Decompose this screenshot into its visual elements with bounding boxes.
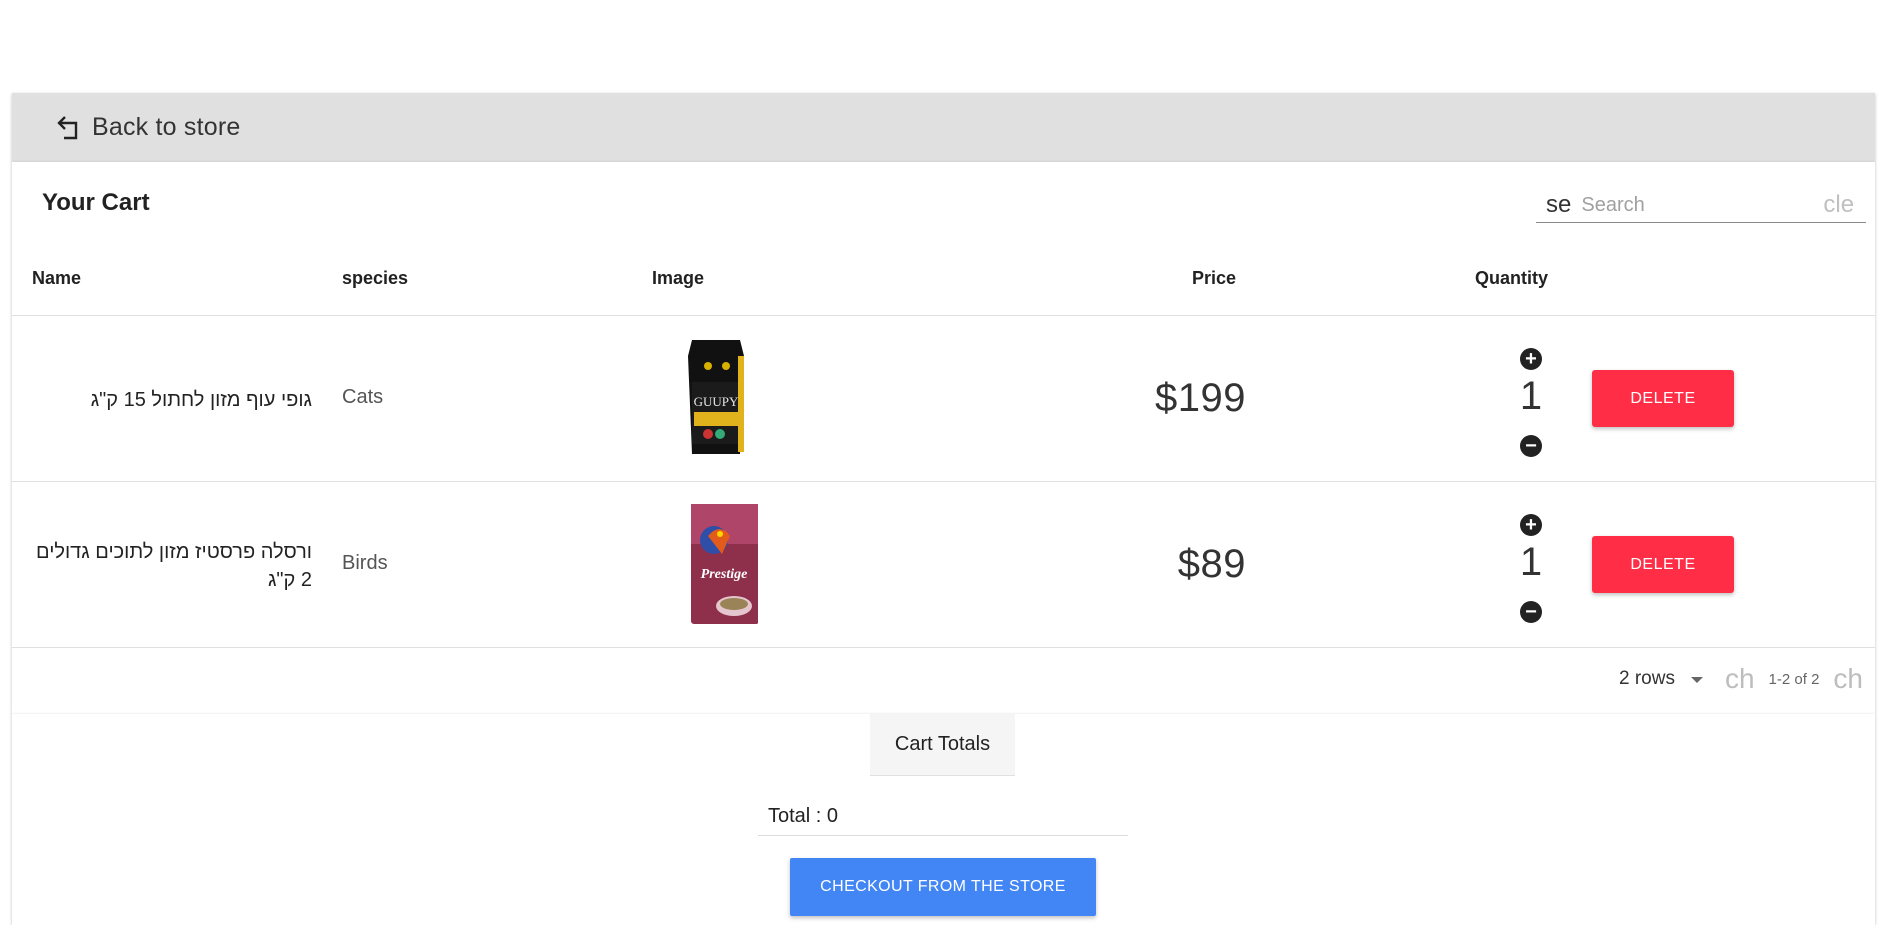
chevron-down-icon — [1690, 677, 1703, 683]
decrease-quantity-button[interactable]: − — [1520, 601, 1542, 623]
previous-page-icon[interactable]: ch — [1725, 663, 1755, 695]
clear-search-icon[interactable]: cle — [1823, 191, 1854, 219]
column-header-price[interactable]: Price — [1192, 268, 1236, 289]
column-header-name[interactable]: Name — [32, 268, 81, 289]
cart-total: Total : 0 — [768, 805, 839, 827]
back-to-store-link[interactable]: Back to store — [54, 113, 241, 143]
search-box: se cle — [1536, 188, 1866, 223]
column-header-species[interactable]: species — [342, 268, 408, 289]
quantity-value: 1 — [1519, 374, 1543, 418]
column-header-image[interactable]: Image — [652, 268, 704, 289]
page-range: 1-2 of 2 — [1768, 670, 1820, 688]
return-arrow-icon — [54, 113, 84, 143]
checkout-button[interactable]: CHECKOUT FROM THE STORE — [790, 858, 1096, 916]
increase-quantity-button[interactable]: + — [1520, 514, 1542, 536]
product-image: Prestige — [678, 502, 759, 624]
product-species: Cats — [342, 386, 384, 408]
cart-totals-card: Cart Totals Total : 0 CHECKOUT FROM THE … — [12, 714, 1875, 925]
product-name: גופי עוף מזון לחתול 15 ק"ג — [90, 389, 312, 411]
total-divider — [758, 835, 1128, 836]
product-price: $89 — [1177, 542, 1246, 586]
delete-button[interactable]: DELETE — [1592, 370, 1734, 427]
package-brand-text: GUUPY — [694, 394, 739, 409]
product-image: GUUPY — [678, 336, 758, 456]
decrease-quantity-button[interactable]: − — [1520, 435, 1542, 457]
product-species: Birds — [342, 552, 388, 574]
rows-per-page-value: 2 rows — [1619, 668, 1675, 689]
delete-button[interactable]: DELETE — [1592, 536, 1734, 593]
column-header-quantity[interactable]: Quantity — [1475, 268, 1548, 289]
table-row: גופי עוף מזון לחתול 15 ק"ג Cats GUUPY $1… — [12, 316, 1875, 481]
search-input[interactable] — [1579, 192, 1824, 218]
row-divider — [12, 647, 1875, 648]
cart-title: Your Cart — [42, 189, 150, 216]
search-icon: se — [1546, 191, 1572, 218]
increase-quantity-button[interactable]: + — [1520, 348, 1542, 370]
table-row: ורסלה פרסטיז מזון לתוכים גדולים 2 ק"ג Bi… — [12, 482, 1875, 647]
quantity-value: 1 — [1519, 540, 1543, 584]
cart-totals-tab[interactable]: Cart Totals — [870, 714, 1015, 776]
product-price: $199 — [1155, 376, 1246, 420]
product-name: ורסלה פרסטיז מזון לתוכים גדולים 2 ק"ג — [36, 541, 312, 591]
pagination: 2 rows ch 1-2 of 2 ch — [1619, 654, 1875, 704]
back-to-store-label: Back to store — [92, 113, 241, 141]
package-brand-text: Prestige — [701, 567, 748, 582]
rows-per-page-select[interactable]: 2 rows — [1619, 668, 1703, 690]
next-page-icon[interactable]: ch — [1833, 663, 1863, 695]
back-bar: Back to store — [12, 93, 1875, 162]
cart-table-card: Your Cart se cle Name species Image Pric… — [12, 162, 1875, 714]
